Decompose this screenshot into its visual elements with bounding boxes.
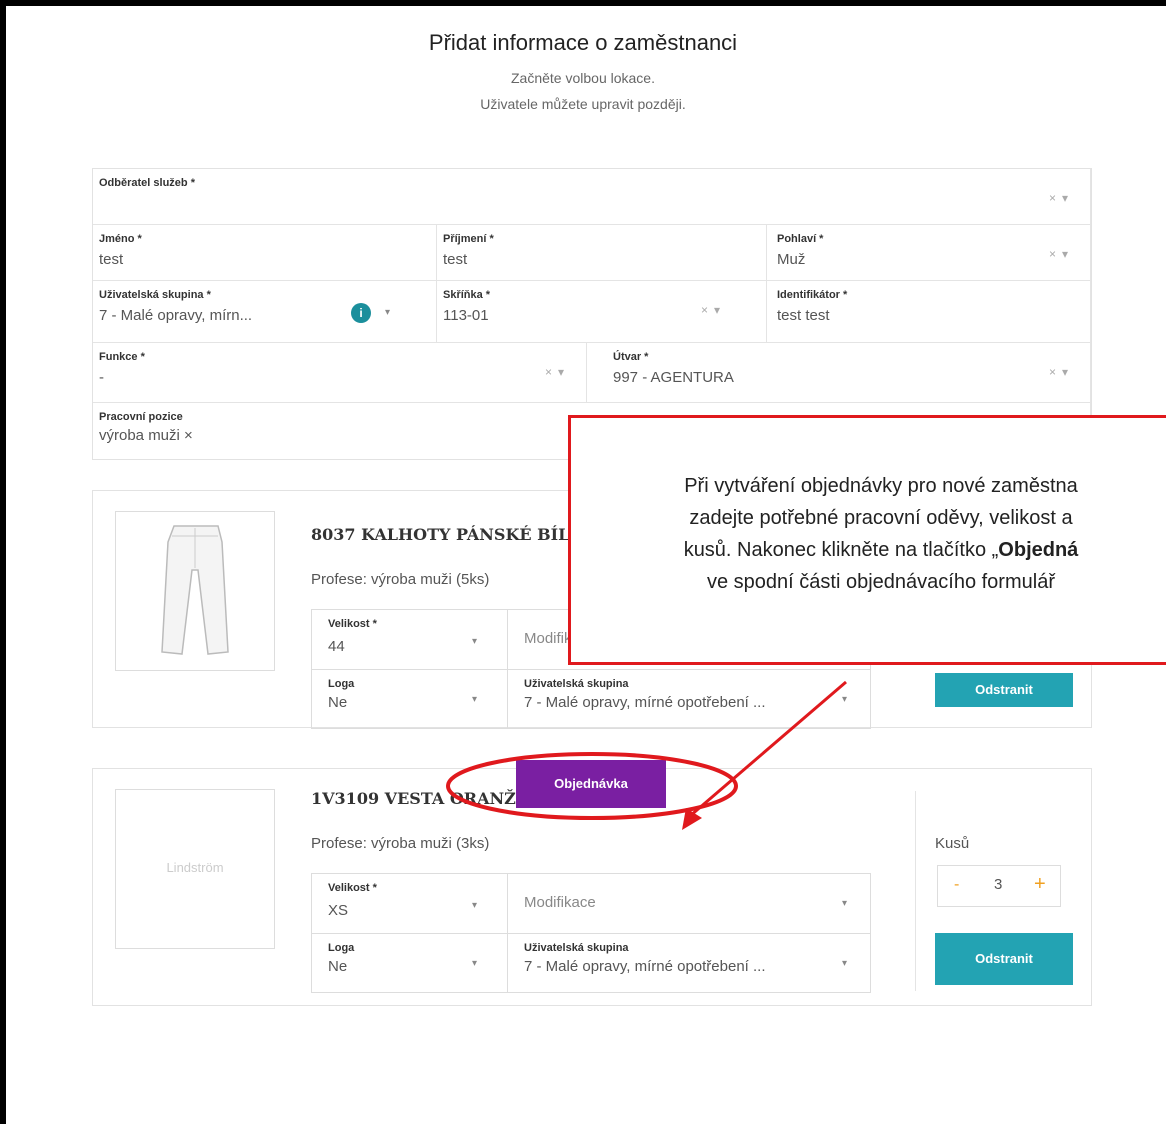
callout-line3-bold: Objedná: [998, 539, 1079, 561]
callout-text: Při vytváření objednávky pro nové zaměst…: [571, 470, 1166, 598]
callout-line3: kusů. Nakonec klikněte na tlačítko „Obje…: [571, 534, 1166, 566]
callout-line3-text: kusů. Nakonec klikněte na tlačítko „: [683, 539, 999, 561]
annotation-callout: Při vytváření objednávky pro nové zaměst…: [568, 415, 1166, 665]
callout-line2: zadejte potřebné pracovní oděvy, velikos…: [689, 507, 1073, 529]
callout-line1: Při vytváření objednávky pro nové zaměst…: [684, 475, 1078, 497]
highlight-ellipse: [446, 752, 738, 820]
callout-line4: ve spodní části objednávacího formulář: [707, 571, 1055, 593]
annotation-arrow-line: [689, 680, 847, 818]
